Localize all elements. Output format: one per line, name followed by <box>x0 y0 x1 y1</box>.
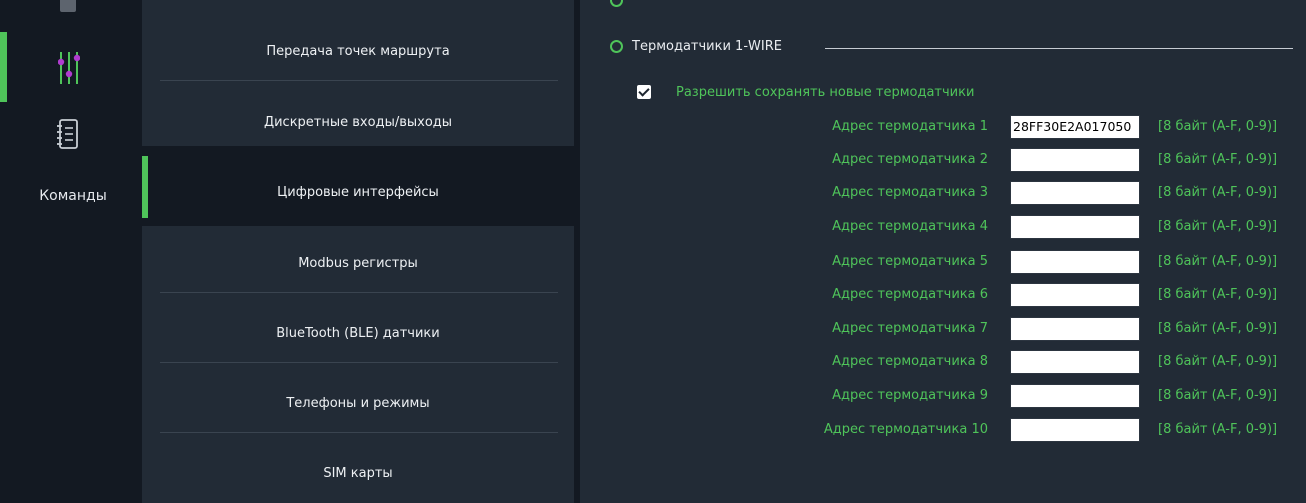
radio-button[interactable] <box>610 0 623 7</box>
sensor-address-input[interactable] <box>1010 317 1140 341</box>
sensor-row: Адрес термодатчика 2 [8 байт (A-F, 0-9)] <box>580 148 1306 172</box>
sensor-row: Адрес термодатчика 3 [8 байт (A-F, 0-9)] <box>580 181 1306 205</box>
sensor-row: Адрес термодатчика 8 [8 байт (A-F, 0-9)] <box>580 350 1306 374</box>
menu-item-sim-cards[interactable]: SIM карты <box>142 466 574 481</box>
partial-icon-top[interactable] <box>60 0 76 12</box>
radio-button-1wire[interactable] <box>610 40 623 53</box>
sensor-address-input[interactable] <box>1010 148 1140 172</box>
menu-item-discrete-io[interactable]: Дискретные входы/выходы <box>142 115 574 130</box>
sensor-address-input[interactable] <box>1010 350 1140 374</box>
sensor-address-label: Адрес термодатчика 9 <box>832 388 988 403</box>
sensor-address-label: Адрес термодатчика 4 <box>832 219 988 234</box>
section-divider <box>825 48 1293 49</box>
notebook-icon[interactable] <box>56 118 80 154</box>
sensor-row: Адрес термодатчика 9 [8 байт (A-F, 0-9)] <box>580 384 1306 408</box>
menu-item-phones-modes[interactable]: Телефоны и режимы <box>142 396 574 411</box>
sensor-address-label: Адрес термодатчика 2 <box>832 152 988 167</box>
sidebar-active-indicator <box>0 32 7 102</box>
sensor-address-label: Адрес термодатчика 3 <box>832 185 988 200</box>
sensor-address-label: Адрес термодатчика 8 <box>832 354 988 369</box>
menu-item-modbus[interactable]: Modbus регистры <box>142 256 574 271</box>
sensor-row: Адрес термодатчика 1 28FF30E2A017050 [8 … <box>580 115 1306 139</box>
section-title: Термодатчики 1-WIRE <box>632 39 782 54</box>
menu-item-ble-sensors[interactable]: BlueTooth (BLE) датчики <box>142 326 574 341</box>
sensor-row: Адрес термодатчика 6 [8 байт (A-F, 0-9)] <box>580 283 1306 307</box>
allow-save-checkbox[interactable] <box>637 85 651 99</box>
sensor-format-hint: [8 байт (A-F, 0-9)] <box>1158 422 1278 437</box>
menu-item-digital-interfaces[interactable]: Цифровые интерфейсы <box>142 185 574 200</box>
settings-sliders-icon[interactable] <box>57 50 81 90</box>
sensor-row: Адрес термодатчика 4 [8 байт (A-F, 0-9)] <box>580 215 1306 239</box>
commands-label[interactable]: Команды <box>0 188 146 204</box>
sensor-format-hint: [8 байт (A-F, 0-9)] <box>1158 152 1278 167</box>
menu-item-route-points[interactable]: Передача точек маршрута <box>142 44 574 59</box>
sensor-address-input[interactable] <box>1010 215 1140 239</box>
sidebar: Команды <box>0 0 128 503</box>
sensor-row: Адрес термодатчика 5 [8 байт (A-F, 0-9)] <box>580 250 1306 274</box>
sensor-format-hint: [8 байт (A-F, 0-9)] <box>1158 321 1278 336</box>
sensor-format-hint: [8 байт (A-F, 0-9)] <box>1158 185 1278 200</box>
allow-save-label[interactable]: Разрешить сохранять новые термодатчики <box>676 85 974 100</box>
settings-menu: Передача точек маршрута Дискретные входы… <box>142 0 580 503</box>
sensor-address-input[interactable]: 28FF30E2A017050 <box>1010 115 1140 139</box>
sensor-address-input[interactable] <box>1010 181 1140 205</box>
sensor-format-hint: [8 байт (A-F, 0-9)] <box>1158 388 1278 403</box>
sensor-address-label: Адрес термодатчика 10 <box>823 422 988 437</box>
sensor-address-input[interactable] <box>1010 283 1140 307</box>
sensor-format-hint: [8 байт (A-F, 0-9)] <box>1158 254 1278 269</box>
sensor-row: Адрес термодатчика 10 [8 байт (A-F, 0-9)… <box>580 418 1306 442</box>
sensor-address-input[interactable] <box>1010 418 1140 442</box>
menu-divider <box>160 362 558 363</box>
menu-divider <box>160 432 558 433</box>
sensor-address-input[interactable] <box>1010 384 1140 408</box>
menu-divider <box>160 80 558 81</box>
sensor-address-label: Адрес термодатчика 6 <box>832 287 988 302</box>
menu-divider <box>160 292 558 293</box>
sensor-format-hint: [8 байт (A-F, 0-9)] <box>1158 219 1278 234</box>
sensor-format-hint: [8 байт (A-F, 0-9)] <box>1158 119 1278 134</box>
sensor-address-input[interactable] <box>1010 250 1140 274</box>
sensor-row: Адрес термодатчика 7 [8 байт (A-F, 0-9)] <box>580 317 1306 341</box>
sensor-address-label: Адрес термодатчика 5 <box>832 254 988 269</box>
sensor-address-label: Адрес термодатчика 1 <box>832 119 988 134</box>
sensor-format-hint: [8 байт (A-F, 0-9)] <box>1158 287 1278 302</box>
sensor-address-label: Адрес термодатчика 7 <box>832 321 988 336</box>
content-panel: Термодатчики 1-WIRE Разрешить сохранять … <box>580 0 1306 503</box>
sensor-format-hint: [8 байт (A-F, 0-9)] <box>1158 354 1278 369</box>
